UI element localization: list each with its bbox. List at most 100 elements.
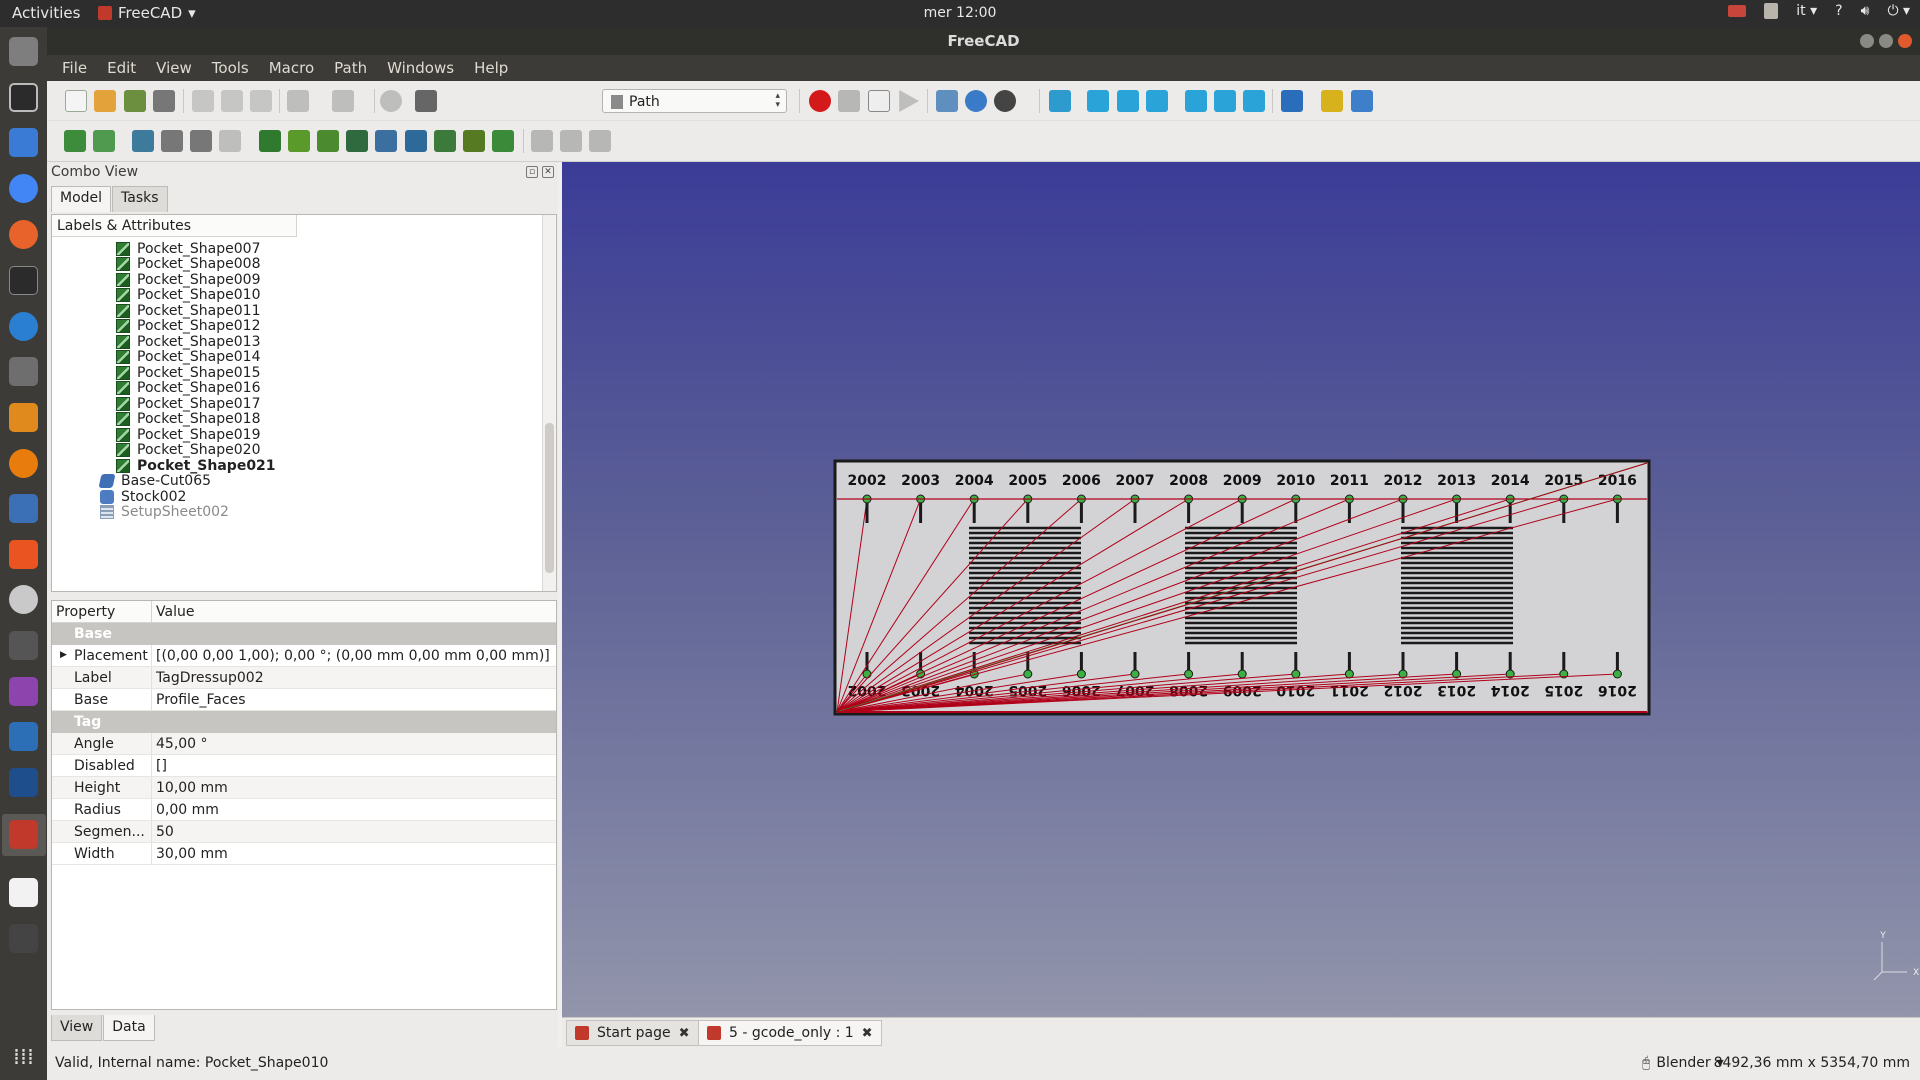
record-macro-icon[interactable] <box>809 90 831 112</box>
3d-viewport[interactable]: 2002200220032003200420042005200520062006… <box>562 162 1920 1017</box>
profile-icon[interactable] <box>259 130 281 152</box>
terminal-icon[interactable] <box>9 266 38 295</box>
view-isometric-icon[interactable] <box>1049 90 1071 112</box>
property-row-radius[interactable]: Radius 0,00 mm <box>52 799 556 821</box>
toolbit-icon[interactable] <box>161 130 183 152</box>
value-column-header[interactable]: Value <box>152 601 198 622</box>
new-document-icon[interactable] <box>65 90 87 112</box>
mill-face-icon[interactable] <box>346 130 368 152</box>
remote-desktop-icon[interactable] <box>9 494 38 523</box>
path-scene[interactable]: 2002200220032003200420042005200520062006… <box>562 162 1920 1017</box>
adaptive-icon[interactable] <box>405 130 427 152</box>
engrave-icon[interactable] <box>463 130 485 152</box>
fit-selection-icon[interactable] <box>965 90 987 112</box>
save-icon[interactable] <box>124 90 146 112</box>
property-value[interactable]: [(0,00 0,00 1,00); 0,00 °; (0,00 mm 0,00… <box>152 645 554 666</box>
property-value[interactable]: 30,00 mm <box>152 843 232 864</box>
video-editor-icon[interactable] <box>9 924 38 953</box>
settings-icon[interactable] <box>9 585 38 614</box>
pocket-shape-icon[interactable] <box>288 130 310 152</box>
property-value[interactable]: 45,00 ° <box>152 733 212 754</box>
run-macro-icon[interactable] <box>899 90 919 112</box>
close-tab-icon[interactable]: ✖ <box>679 1026 690 1041</box>
menu-file[interactable]: File <box>62 59 87 77</box>
cad-app-icon[interactable] <box>9 403 38 432</box>
writer-icon[interactable] <box>9 128 38 157</box>
pocket-3d-icon[interactable] <box>317 130 339 152</box>
view-bottom-icon[interactable] <box>1214 90 1236 112</box>
property-group[interactable]: Tag <box>52 711 556 733</box>
gimp-icon[interactable] <box>9 357 38 386</box>
clipboard-icon[interactable] <box>1764 3 1779 19</box>
print-icon[interactable] <box>153 90 175 112</box>
tree-item[interactable]: SetupSheet002 <box>100 503 229 522</box>
expand-arrow-icon[interactable]: ▶ <box>60 650 67 660</box>
language-indicator[interactable]: it ▾ <box>1796 3 1817 19</box>
freecad-dock-icon[interactable] <box>9 820 38 849</box>
stop-macro-icon[interactable] <box>838 90 860 112</box>
inkscape-icon[interactable] <box>9 83 38 112</box>
property-row-width[interactable]: Width 30,00 mm <box>52 843 556 865</box>
chromium-icon[interactable] <box>9 174 38 203</box>
menu-edit[interactable]: Edit <box>107 59 136 77</box>
edit-macro-icon[interactable] <box>868 90 890 112</box>
media-icon[interactable] <box>9 677 38 706</box>
property-row-label[interactable]: Label TagDressup002 <box>52 667 556 689</box>
property-row-base[interactable]: Base Profile_Faces <box>52 689 556 711</box>
property-value[interactable]: TagDressup002 <box>152 667 268 688</box>
camera-icon[interactable] <box>1728 5 1747 17</box>
tool-controller-icon[interactable] <box>132 130 154 152</box>
measure-distance-icon[interactable] <box>1281 90 1303 112</box>
close-panel-icon[interactable]: ✕ <box>542 166 554 178</box>
text-editor-icon[interactable] <box>9 878 38 907</box>
tab-view[interactable]: View <box>51 1015 103 1041</box>
property-row-angle[interactable]: Angle 45,00 ° <box>52 733 556 755</box>
menu-windows[interactable]: Windows <box>387 59 454 77</box>
transfer-icon[interactable] <box>9 722 38 751</box>
view-top-icon[interactable] <box>1117 90 1139 112</box>
files-icon[interactable] <box>9 37 38 66</box>
property-row-height[interactable]: Height 10,00 mm <box>52 777 556 799</box>
post-process-icon[interactable] <box>93 130 115 152</box>
box-3d-icon[interactable] <box>9 768 38 797</box>
property-value[interactable]: [] <box>152 755 171 776</box>
show-applications-icon[interactable]: ⁞⁞⁞ <box>9 1043 38 1072</box>
menu-tools[interactable]: Tools <box>212 59 249 77</box>
fit-all-icon[interactable] <box>936 90 958 112</box>
drilling-icon[interactable] <box>434 130 456 152</box>
property-value[interactable]: Profile_Faces <box>152 689 249 710</box>
tree-header[interactable]: Labels & Attributes <box>52 215 297 237</box>
tab-gcode-document[interactable]: 5 - gcode_only : 1 ✖ <box>698 1020 882 1046</box>
menu-help[interactable]: Help <box>474 59 508 77</box>
browser-icon[interactable] <box>9 312 38 341</box>
draw-style-icon[interactable] <box>994 90 1016 112</box>
open-folder-icon[interactable] <box>94 90 116 112</box>
path-job-icon[interactable] <box>64 130 86 152</box>
navigation-style-selector[interactable]: 🖰︎ Blender ▾ <box>1642 1055 1724 1071</box>
property-row-placement[interactable]: ▶ Placement [(0,00 0,00 1,00); 0,00 °; (0… <box>52 645 556 667</box>
camera-app-icon[interactable] <box>9 631 38 660</box>
cut-icon[interactable] <box>192 90 214 112</box>
volume-icon[interactable]: 🔊︎ <box>1861 3 1870 19</box>
redo-icon[interactable] <box>332 90 354 112</box>
power-icon[interactable]: ⏻ ▾ <box>1887 3 1910 19</box>
view-front-icon[interactable] <box>1087 90 1109 112</box>
simulator-icon[interactable] <box>219 130 241 152</box>
workbench-selector[interactable]: Path ▴ ▾ <box>602 89 787 113</box>
deburr-icon[interactable] <box>492 130 514 152</box>
app-menu[interactable]: FreeCAD ▾ <box>98 4 196 22</box>
firefox-icon[interactable] <box>9 220 38 249</box>
menu-macro[interactable]: Macro <box>269 59 314 77</box>
property-value[interactable]: 10,00 mm <box>152 777 232 798</box>
close-window-button[interactable] <box>1898 34 1912 48</box>
create-part-icon[interactable] <box>1321 90 1343 112</box>
view-left-icon[interactable] <box>1243 90 1265 112</box>
paste-icon[interactable] <box>250 90 272 112</box>
tool-library-icon[interactable] <box>190 130 212 152</box>
undo-icon[interactable] <box>287 90 309 112</box>
menu-path[interactable]: Path <box>334 59 367 77</box>
property-value[interactable]: 0,00 mm <box>152 799 223 820</box>
tab-start-page[interactable]: Start page ✖ <box>566 1020 699 1046</box>
model-tree[interactable]: Labels & Attributes Pocket_Shape007 Pocke… <box>51 214 557 592</box>
whats-this-icon[interactable] <box>415 90 437 112</box>
